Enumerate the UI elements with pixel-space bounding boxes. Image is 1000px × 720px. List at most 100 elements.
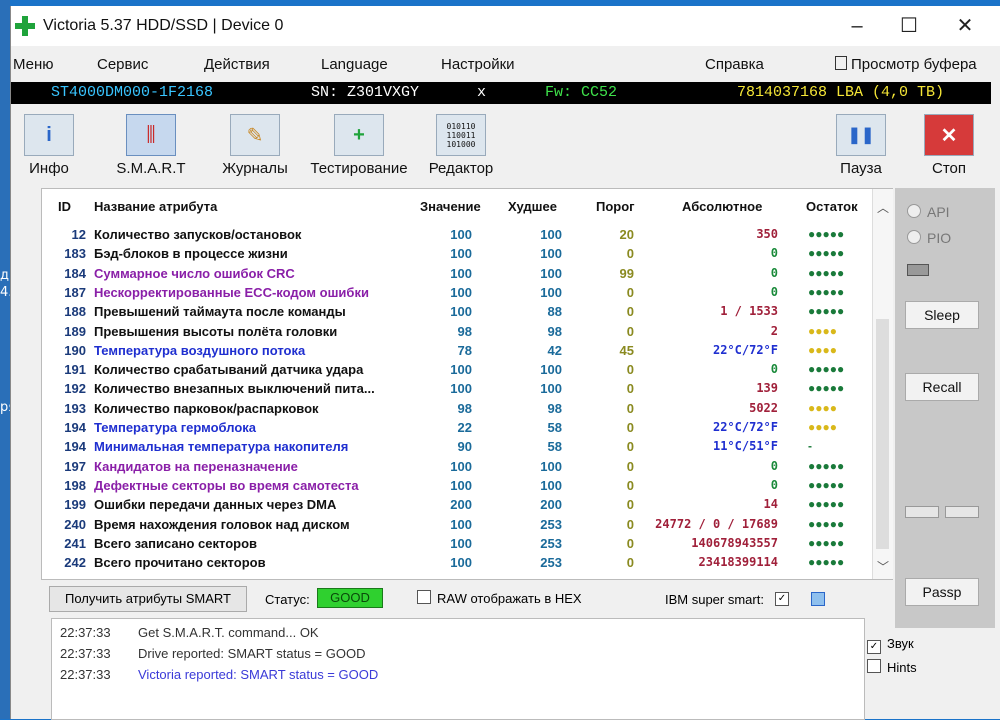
table-scrollbar[interactable]: ︿ ﹀ (872, 189, 893, 579)
hints-checkbox[interactable]: Hints (867, 659, 917, 675)
col-header-name: Название атрибута (94, 199, 218, 214)
table-row[interactable]: 193 Количество парковок/распарковок 98 98 0 5… (42, 399, 892, 419)
recall-button[interactable]: Recall (905, 373, 979, 401)
attr-raw: 140678943557 (691, 535, 778, 550)
attr-threshold: 0 (626, 400, 634, 416)
log-message: Drive reported: SMART status = GOOD (138, 646, 366, 661)
ibm-color-swatch[interactable] (811, 592, 825, 606)
raw-hex-checkbox[interactable]: RAW отображать в HEX (417, 590, 582, 606)
status-bar: Получить атрибуты SMART Статус: GOOD RAW… (41, 582, 891, 616)
attr-worst: 58 (547, 420, 562, 435)
attr-worst: 253 (540, 516, 562, 532)
attr-id: 194 (64, 439, 86, 455)
title-bar: Victoria 5.37 HDD/SSD | Device 0 – ☐ ✕ (11, 6, 1000, 46)
scroll-up-icon[interactable]: ︿ (873, 199, 893, 216)
device-info-bar: ST4000DM000-1F2168 SN: Z301VXGY x Fw: CC… (11, 82, 991, 104)
stop-button[interactable]: ✕ Стоп (917, 114, 981, 177)
table-row[interactable]: 194 Температура гермоблока 22 58 0 22°C/72°F ●… (42, 418, 892, 438)
table-row[interactable]: 183 Бэд-блоков в процессе жизни 100 100 0 0 ●●… (42, 244, 892, 264)
col-header-raw: Абсолютное (682, 199, 763, 214)
editor-button[interactable]: 010110 110011 101000 Редактор (423, 114, 499, 177)
minimize-button[interactable]: – (837, 12, 877, 40)
attr-id: 187 (64, 284, 86, 300)
passp-button[interactable]: Passp (905, 578, 979, 606)
attr-name: Количество срабатываний датчика удара (94, 362, 364, 378)
maximize-button[interactable]: ☐ (889, 12, 929, 40)
table-row[interactable]: 197 Кандидатов на переназначение 100 100 0 0 ●… (42, 457, 892, 477)
pause-button[interactable]: ❚❚ Пауза (829, 114, 893, 177)
table-row[interactable]: 188 Превышений таймаута после команды 100 8… (42, 302, 892, 322)
table-row[interactable]: 241 Всего записано секторов 100 253 0 1406789… (42, 534, 892, 554)
attr-threshold: 0 (626, 381, 634, 397)
sleep-button[interactable]: Sleep (905, 301, 979, 329)
table-row[interactable]: 184 Суммарное число ошибок CRC 100 100 99 0 ●●… (42, 264, 892, 284)
info-icon: i (24, 114, 74, 156)
attr-value: 100 (450, 477, 472, 493)
attr-worst: 100 (540, 381, 562, 397)
attr-raw: 23418399114 (698, 555, 778, 570)
logs-button[interactable]: ✎ Журналы (215, 114, 295, 177)
attr-raw: 1 / 1533 (720, 304, 778, 319)
attr-id: 190 (64, 342, 86, 358)
attr-health: ●●●● (808, 323, 837, 338)
ibm-checkbox[interactable]: ✓ (775, 592, 789, 606)
attr-threshold: 0 (626, 439, 634, 455)
table-row[interactable]: 12 Количество запусков/остановок 100 100 20 3… (42, 225, 892, 245)
table-row[interactable]: 199 Ошибки передачи данных через DMA 200 20… (42, 495, 892, 515)
mini-button-left[interactable] (905, 506, 939, 518)
drive-capacity: 7814037168 LBA (4,0 TB) (737, 84, 945, 101)
attr-worst: 100 (540, 477, 562, 493)
attr-id: 242 (64, 555, 86, 571)
smart-attributes-table: ID Название атрибута Значение Худшее Пор… (41, 188, 893, 580)
menu-view-buffer[interactable]: Просмотр буфера (835, 56, 977, 73)
attr-name: Превышений таймаута после команды (94, 304, 346, 320)
attr-health: ●●●●● (808, 304, 845, 319)
attr-id: 198 (64, 477, 86, 493)
log-panel: 22:37:33 Get S.M.A.R.T. command... OK 22:3… (51, 618, 865, 720)
menu-bar: Меню Сервис Действия Language Настройки … (11, 50, 1000, 80)
api-radio[interactable]: API (907, 204, 950, 220)
info-button[interactable]: i Инфо (17, 114, 81, 177)
menu-main[interactable]: Меню (13, 56, 54, 73)
attr-value: 100 (450, 516, 472, 532)
smart-button[interactable]: ⫼ S.M.A.R.T (111, 114, 191, 177)
testing-button[interactable]: + Тестирование (307, 114, 411, 177)
menu-help[interactable]: Справка (705, 56, 764, 73)
mini-button-right[interactable] (945, 506, 979, 518)
attr-name: Всего записано секторов (94, 535, 258, 551)
pio-radio[interactable]: PIO (907, 230, 951, 246)
info-close-icon[interactable]: x (477, 84, 486, 101)
sound-checkbox[interactable]: ✓ Звук (867, 636, 914, 654)
menu-service[interactable]: Сервис (97, 56, 148, 73)
attr-health: ●●●●● (808, 497, 845, 512)
menu-language[interactable]: Language (321, 56, 388, 73)
scroll-thumb[interactable] (876, 319, 889, 549)
table-row[interactable]: 194 Минимальная температура накопителя 90 5… (42, 437, 892, 457)
log-message: Get S.M.A.R.T. command... OK (138, 625, 319, 640)
attr-id: 194 (64, 420, 86, 435)
table-row[interactable]: 240 Время нахождения головок над диском 10… (42, 515, 892, 535)
table-row[interactable]: 190 Температура воздушного потока 78 42 45 22… (42, 341, 892, 361)
menu-settings[interactable]: Настройки (441, 56, 515, 73)
table-row[interactable]: 198 Дефектные секторы во время самотеста 1… (42, 476, 892, 496)
attr-name: Минимальная температура накопителя (94, 439, 349, 455)
attr-worst: 100 (540, 227, 562, 242)
sound-check-icon: ✓ (867, 640, 881, 654)
close-button[interactable]: ✕ (945, 12, 985, 40)
attr-id: 193 (64, 400, 86, 416)
attr-name: Количество внезапных выключений пита... (94, 381, 375, 397)
attr-threshold: 0 (626, 246, 634, 262)
attr-value: 100 (450, 362, 472, 378)
scroll-down-icon[interactable]: ﹀ (873, 558, 893, 575)
table-row[interactable]: 192 Количество внезапных выключений пита.… (42, 379, 892, 399)
attr-value: 78 (457, 342, 472, 358)
table-row[interactable]: 187 Нескорректированные ECC-кодом ошибки 1… (42, 283, 892, 303)
attr-worst: 100 (540, 458, 562, 474)
menu-actions[interactable]: Действия (204, 56, 270, 73)
attr-worst: 100 (540, 362, 562, 378)
stop-icon: ✕ (924, 114, 974, 156)
get-smart-button[interactable]: Получить атрибуты SMART (49, 586, 247, 612)
table-row[interactable]: 191 Количество срабатываний датчика удара… (42, 360, 892, 380)
table-row[interactable]: 242 Всего прочитано секторов 100 253 0 234183… (42, 553, 892, 573)
table-row[interactable]: 189 Превышения высоты полёта головки 98 98 0… (42, 322, 892, 342)
